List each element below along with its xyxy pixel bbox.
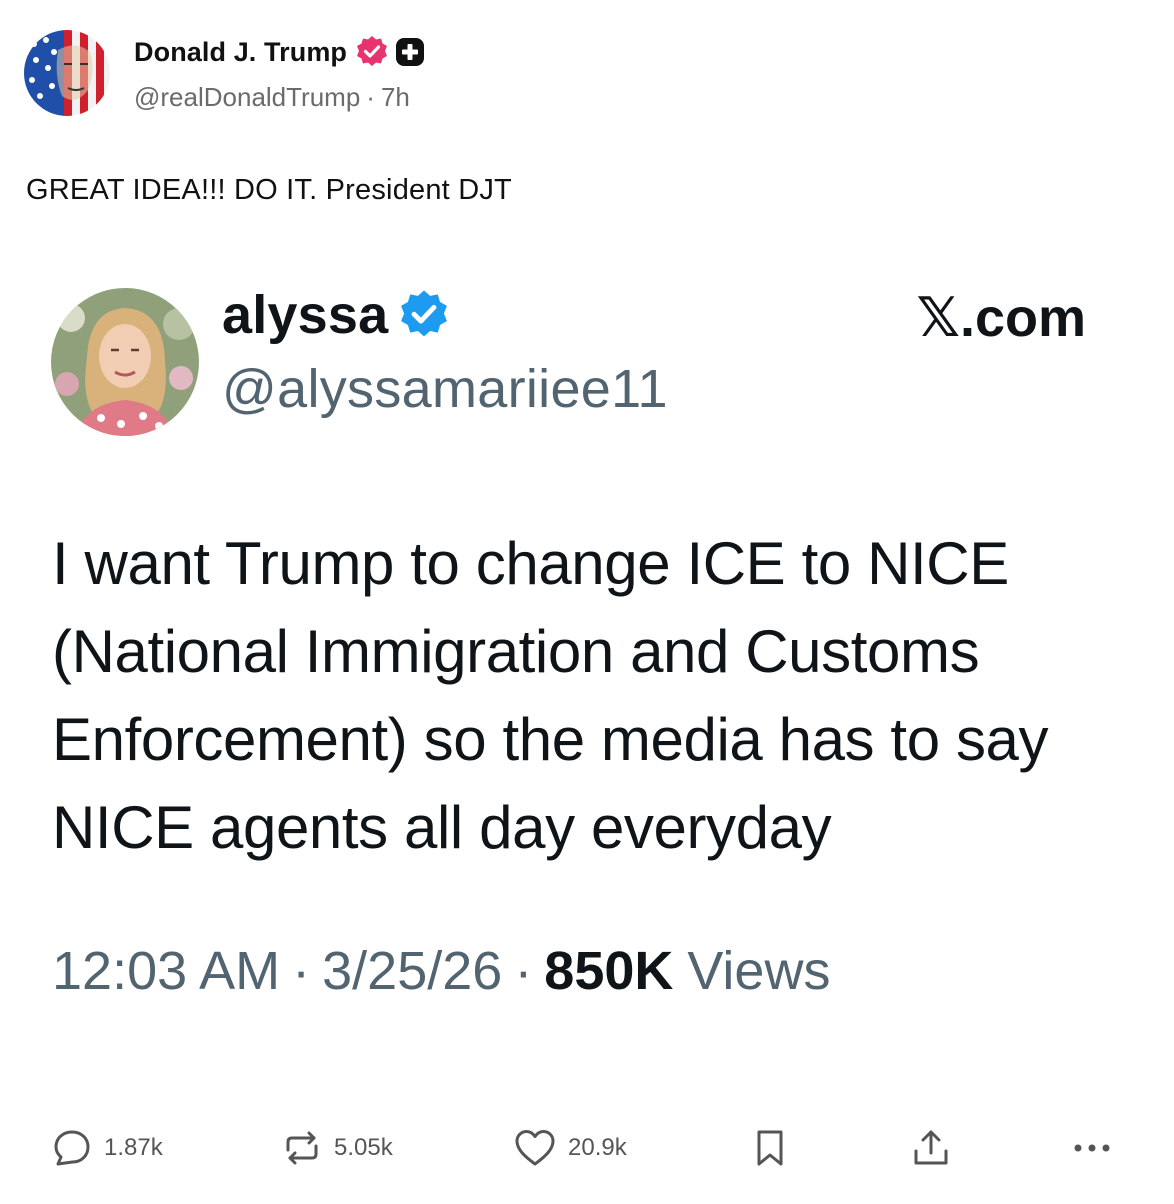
site-label: 𝕏.com [916, 286, 1086, 349]
site-suffix: .com [959, 288, 1086, 348]
more-icon [1074, 1144, 1110, 1152]
repost-icon [286, 1131, 318, 1165]
author-name-row: Donald J. Trump [134, 34, 425, 70]
plus-badge-icon [396, 38, 425, 66]
repost-button[interactable]: 5.05k [282, 1120, 393, 1176]
author-avatar[interactable] [24, 30, 110, 116]
header-text: Donald J. Trump @realDonaldTrump · 7h [134, 34, 425, 113]
embedded-tweet-image[interactable]: alyssa @alyssamariiee11 𝕏.com I want Tru… [0, 270, 1174, 1050]
x-logo-icon: 𝕏 [916, 288, 960, 348]
embed-date: 3/25/26 [322, 941, 503, 1001]
share-button[interactable] [910, 1120, 952, 1176]
meta-dot: · [514, 941, 533, 1001]
handle-separator: · [366, 82, 375, 112]
reply-icon [54, 1130, 90, 1166]
post-text: GREAT IDEA!!! DO IT. President DJT [26, 174, 512, 206]
author-avatar-image [24, 30, 110, 116]
embed-avatar [51, 288, 199, 436]
post-time-ago[interactable]: 7h [381, 82, 410, 113]
post-header: Donald J. Trump @realDonaldTrump · 7h [24, 30, 425, 120]
like-count: 20.9k [568, 1134, 627, 1161]
embed-meta: 12:03 AM · 3/25/26 · 850K Views [52, 940, 830, 1002]
embed-time: 12:03 AM [52, 941, 281, 1001]
reply-button[interactable]: 1.87k [52, 1120, 163, 1176]
embed-body-text: I want Trump to change ICE to NICE (Nati… [52, 530, 1049, 861]
like-button[interactable]: 20.9k [514, 1120, 627, 1176]
bookmark-button[interactable] [752, 1120, 788, 1176]
verified-badge-icon [401, 290, 448, 337]
repost-count: 5.05k [334, 1134, 393, 1161]
embed-views-label: Views [687, 941, 831, 1001]
author-handle-row: @realDonaldTrump · 7h [134, 82, 425, 113]
author-handle[interactable]: @realDonaldTrump [134, 82, 360, 113]
embed-author-handle: @alyssamariiee11 [222, 359, 668, 419]
author-name[interactable]: Donald J. Trump [134, 37, 347, 68]
share-icon [914, 1130, 948, 1165]
more-options-button[interactable] [1072, 1120, 1112, 1176]
verified-badge-icon [357, 36, 388, 66]
embed-name-row: alyssa [222, 282, 450, 348]
embed-views-count: 850K [544, 941, 674, 1001]
heart-icon [515, 1130, 555, 1166]
bookmark-icon [757, 1130, 783, 1166]
action-bar: 1.87k 5.05k 20.9k [0, 1120, 1174, 1176]
reply-count: 1.87k [104, 1134, 163, 1161]
meta-dot: · [292, 941, 311, 1001]
embed-author-name: alyssa [222, 285, 389, 345]
embed-avatar-image [51, 288, 199, 436]
